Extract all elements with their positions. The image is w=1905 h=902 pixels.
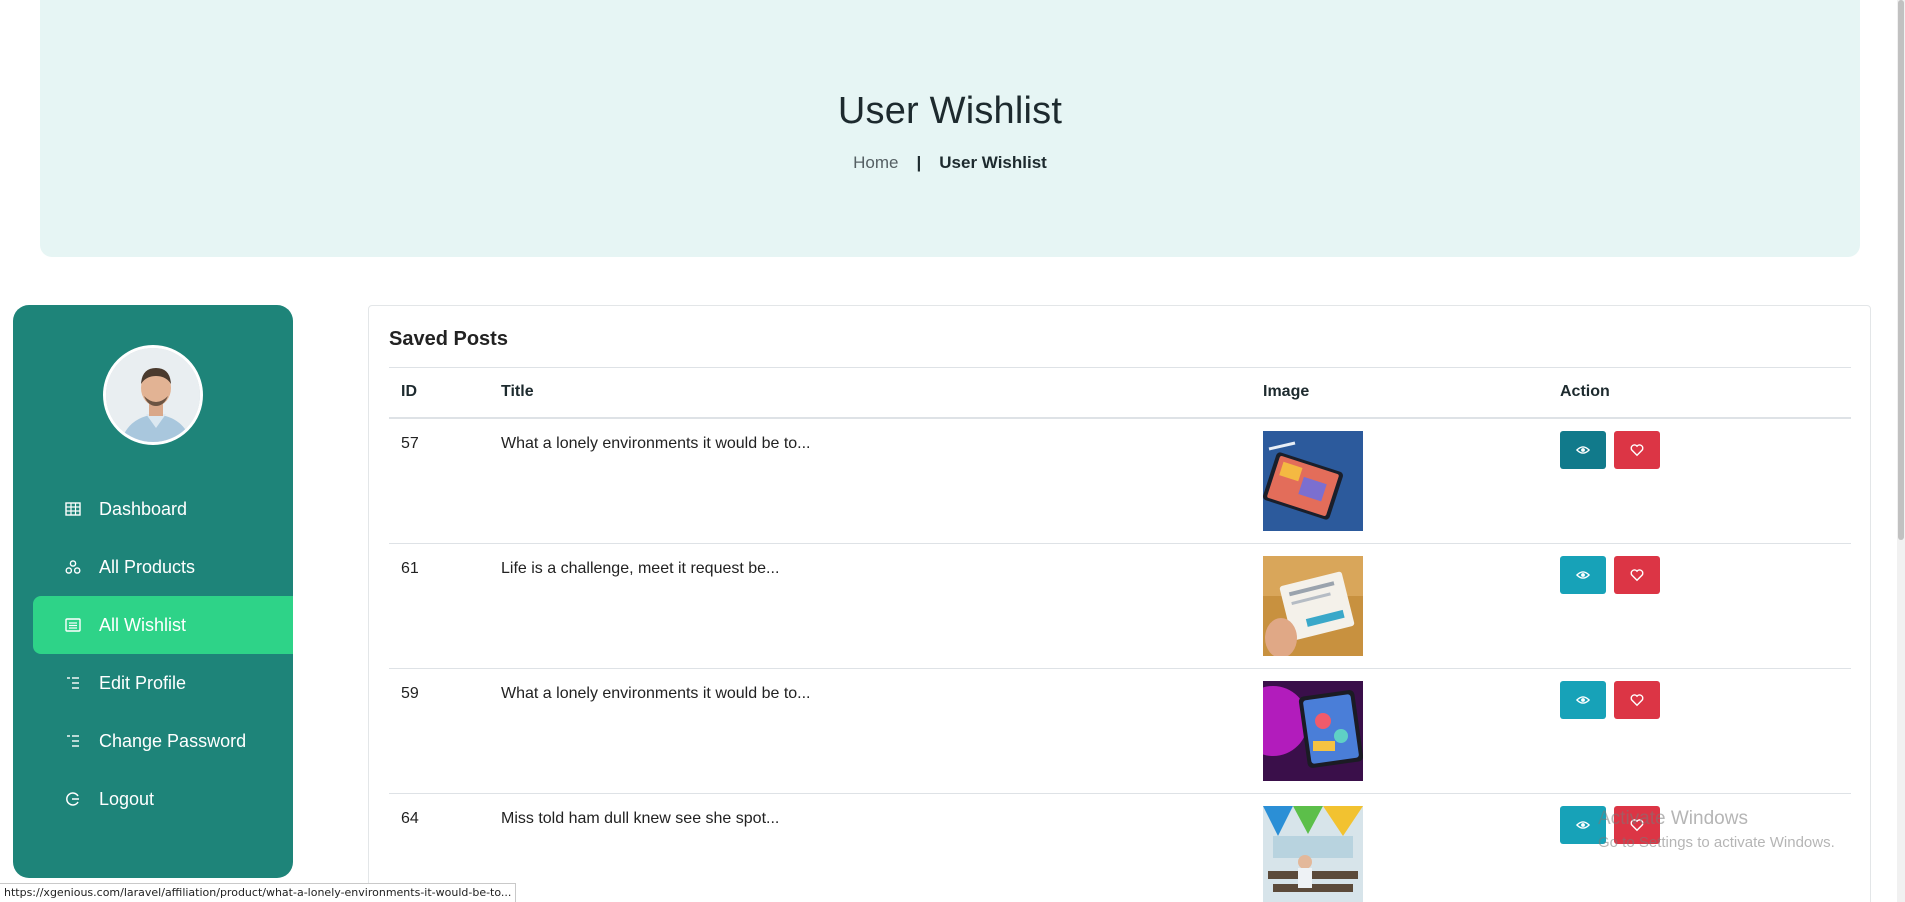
wishlist-heart-button[interactable] <box>1614 680 1660 719</box>
page-hero: User Wishlist Home | User Wishlist <box>40 0 1860 257</box>
list-lines-icon <box>65 733 81 749</box>
table-row: 61 Life is a challenge, meet it request … <box>389 543 1851 669</box>
avatar <box>103 345 203 445</box>
breadcrumb-current: User Wishlist <box>939 153 1047 172</box>
sidebar: Dashboard All Products All Wishlist Edit… <box>13 305 293 878</box>
column-header-title: Title <box>489 367 1251 419</box>
row-id: 57 <box>389 417 489 544</box>
heart-icon <box>1630 443 1644 456</box>
sidebar-item-all-products[interactable]: All Products <box>33 538 293 596</box>
product-thumbnail <box>1263 430 1363 531</box>
view-button[interactable] <box>1560 430 1606 469</box>
sidebar-item-label: Dashboard <box>99 498 188 519</box>
view-button[interactable] <box>1560 555 1606 594</box>
row-title: What a lonely environments it would be t… <box>489 668 1251 794</box>
list-lines-icon <box>65 675 81 691</box>
sidebar-item-label: All Products <box>99 556 196 577</box>
row-actions <box>1560 680 1851 719</box>
eye-icon <box>1576 570 1590 579</box>
row-title: Life is a challenge, meet it request be.… <box>489 543 1251 669</box>
eye-icon <box>1576 695 1590 704</box>
breadcrumb-separator: | <box>916 153 922 172</box>
table-row: 57 What a lonely environments it would b… <box>389 417 1851 544</box>
sidebar-item-change-password[interactable]: Change Password <box>33 712 293 770</box>
watermark-line-2: Go to Settings to activate Windows. <box>1598 834 1835 851</box>
row-actions <box>1560 430 1851 469</box>
row-title: Miss told ham dull knew see she spot... <box>489 793 1251 902</box>
breadcrumb: Home | User Wishlist <box>853 153 1047 173</box>
grid-icon <box>65 501 81 517</box>
sidebar-item-edit-profile[interactable]: Edit Profile <box>33 654 293 712</box>
row-image-cell <box>1251 417 1548 544</box>
column-header-image: Image <box>1251 367 1548 419</box>
sidebar-item-label: Logout <box>99 788 155 809</box>
product-thumbnail <box>1263 555 1363 656</box>
list-icon <box>65 617 81 633</box>
products-icon <box>65 559 81 575</box>
row-id: 59 <box>389 668 489 794</box>
sidebar-item-label: Change Password <box>99 730 247 751</box>
row-actions-cell <box>1548 668 1851 794</box>
card-title: Saved Posts <box>389 328 508 350</box>
page-scrollbar[interactable] <box>1897 0 1905 902</box>
row-image-cell <box>1251 793 1548 902</box>
heart-icon <box>1630 568 1644 581</box>
eye-icon <box>1576 445 1590 454</box>
view-button[interactable] <box>1560 680 1606 719</box>
row-image-cell <box>1251 543 1548 669</box>
page-title: User Wishlist <box>837 90 1063 132</box>
table-row: 59 What a lonely environments it would b… <box>389 668 1851 794</box>
sidebar-item-label: Edit Profile <box>99 672 187 693</box>
eye-icon <box>1576 820 1590 829</box>
watermark-line-1: Activate Windows <box>1598 808 1748 829</box>
product-thumbnail <box>1263 680 1363 781</box>
heart-icon <box>1630 693 1644 706</box>
wishlist-heart-button[interactable] <box>1614 555 1660 594</box>
sidebar-item-logout[interactable]: Logout <box>33 770 293 828</box>
breadcrumb-home-link[interactable]: Home <box>853 153 898 173</box>
row-actions <box>1560 555 1851 594</box>
row-actions-cell <box>1548 417 1851 544</box>
scrollbar-thumb[interactable] <box>1898 0 1904 540</box>
row-actions-cell <box>1548 543 1851 669</box>
user-avatar-image <box>106 348 200 442</box>
row-title: What a lonely environments it would be t… <box>489 417 1251 544</box>
row-id: 61 <box>389 543 489 669</box>
table-header-row: ID Title Image Action <box>389 367 1851 419</box>
wishlist-heart-button[interactable] <box>1614 430 1660 469</box>
logout-icon <box>65 791 81 807</box>
browser-status-bar: https://xgenious.com/laravel/affiliation… <box>0 883 517 902</box>
sidebar-item-all-wishlist[interactable]: All Wishlist <box>33 596 293 654</box>
column-header-action: Action <box>1548 367 1851 419</box>
row-image-cell <box>1251 668 1548 794</box>
column-header-id: ID <box>389 367 489 419</box>
sidebar-item-dashboard[interactable]: Dashboard <box>33 480 293 538</box>
product-thumbnail <box>1263 805 1363 902</box>
sidebar-menu: Dashboard All Products All Wishlist Edit… <box>33 480 293 828</box>
sidebar-item-label: All Wishlist <box>99 614 187 635</box>
windows-activation-watermark: Activate Windows Go to Settings to activ… <box>1598 808 1835 851</box>
